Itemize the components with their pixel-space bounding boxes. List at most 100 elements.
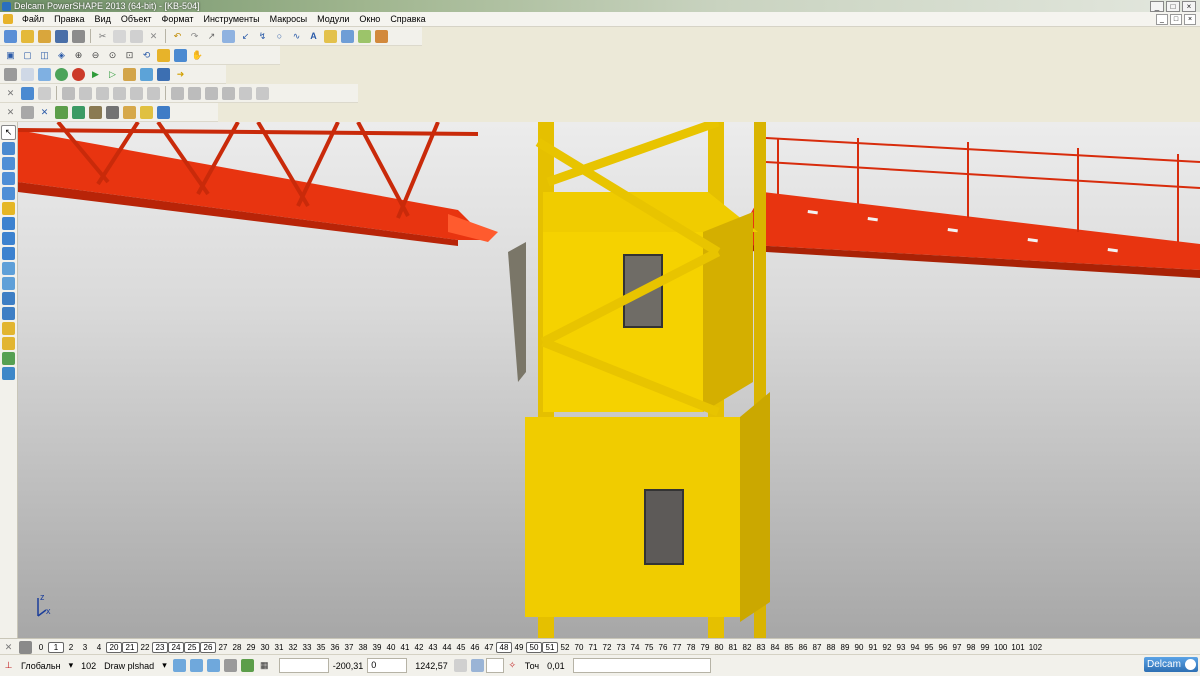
- level-94[interactable]: 94: [908, 643, 922, 652]
- redo-icon[interactable]: ↷: [188, 30, 201, 43]
- doc-close-button[interactable]: ×: [1184, 14, 1196, 25]
- menu-modules[interactable]: Модули: [312, 14, 354, 24]
- sheet-tool-icon[interactable]: [2, 337, 15, 350]
- pick-icon[interactable]: [470, 659, 484, 672]
- doc-minimize-button[interactable]: _: [1156, 14, 1168, 25]
- maximize-button[interactable]: □: [1166, 1, 1180, 12]
- level-100[interactable]: 100: [992, 643, 1009, 652]
- snap-icon[interactable]: [172, 659, 186, 672]
- points-icon[interactable]: [324, 29, 337, 43]
- level-87[interactable]: 87: [810, 643, 824, 652]
- curve-tool-icon[interactable]: [21, 105, 34, 119]
- level-85[interactable]: 85: [782, 643, 796, 652]
- play-outline-icon[interactable]: ▷: [106, 68, 119, 81]
- curve-icon[interactable]: ∿: [290, 30, 303, 43]
- arrow-icon[interactable]: ➜: [174, 68, 187, 81]
- menu-edit[interactable]: Правка: [49, 14, 89, 24]
- extrude-icon[interactable]: [62, 86, 75, 100]
- electrode-tool-icon[interactable]: [2, 277, 15, 290]
- print-icon[interactable]: [72, 29, 85, 43]
- open-icon[interactable]: [21, 29, 34, 43]
- zoom-out-icon[interactable]: ⊖: [89, 49, 102, 62]
- document-icon[interactable]: [3, 14, 13, 24]
- level-93[interactable]: 93: [894, 643, 908, 652]
- workplane-icon[interactable]: ⊥: [2, 659, 15, 672]
- rotate-icon[interactable]: ⟲: [140, 49, 153, 62]
- level-70[interactable]: 70: [572, 643, 586, 652]
- text-icon[interactable]: A: [307, 30, 320, 43]
- chamfer-icon[interactable]: [188, 86, 201, 100]
- level-76[interactable]: 76: [656, 643, 670, 652]
- shell-icon[interactable]: [96, 86, 109, 100]
- graphics-viewport[interactable]: x z: [18, 122, 1200, 638]
- solid-icon[interactable]: ✕: [4, 87, 17, 100]
- close-levels-icon[interactable]: ✕: [2, 641, 15, 654]
- sphere-icon[interactable]: [55, 67, 68, 81]
- level-37[interactable]: 37: [342, 643, 356, 652]
- chevron-down-icon[interactable]: ▾: [65, 660, 78, 671]
- shaded-icon[interactable]: ↙: [239, 30, 252, 43]
- level-52[interactable]: 52: [558, 643, 572, 652]
- menu-view[interactable]: Вид: [90, 14, 116, 24]
- wireframe-icon[interactable]: [222, 29, 235, 43]
- level-2[interactable]: 2: [64, 643, 78, 652]
- solid-box-icon[interactable]: ✕: [38, 106, 51, 119]
- mold-tool-icon[interactable]: [2, 322, 15, 335]
- level-72[interactable]: 72: [600, 643, 614, 652]
- level-78[interactable]: 78: [684, 643, 698, 652]
- assembly-icon[interactable]: [72, 105, 85, 119]
- curve-tool-icon[interactable]: [2, 142, 15, 155]
- snap-grid-icon[interactable]: [189, 659, 203, 672]
- level-101[interactable]: 101: [1009, 643, 1026, 652]
- assembly-tool-icon[interactable]: [2, 292, 15, 305]
- workplane-tool-icon[interactable]: [2, 352, 15, 365]
- level-95[interactable]: 95: [922, 643, 936, 652]
- level-39[interactable]: 39: [370, 643, 384, 652]
- play-icon[interactable]: ▶: [89, 68, 102, 81]
- coordinate-mode[interactable]: Глобальн: [17, 661, 65, 671]
- level-92[interactable]: 92: [880, 643, 894, 652]
- copy-icon[interactable]: [113, 29, 126, 43]
- level-50[interactable]: 50: [526, 641, 542, 653]
- shade-toggle-icon[interactable]: [157, 48, 170, 62]
- hand-icon[interactable]: ✋: [191, 49, 204, 62]
- menu-help[interactable]: Справка: [385, 14, 430, 24]
- draft-icon[interactable]: [205, 86, 218, 100]
- analysis-tool-icon[interactable]: [2, 367, 15, 380]
- info-icon[interactable]: [157, 67, 170, 81]
- level-38[interactable]: 38: [356, 643, 370, 652]
- delete-icon[interactable]: ✕: [147, 30, 160, 43]
- tolerance-icon[interactable]: ✧: [506, 659, 519, 672]
- open-recent-icon[interactable]: [38, 29, 51, 43]
- level-41[interactable]: 41: [398, 643, 412, 652]
- level-84[interactable]: 84: [768, 643, 782, 652]
- revolve-icon[interactable]: [79, 86, 92, 100]
- surface-icon[interactable]: ✕: [4, 106, 17, 119]
- tools-icon[interactable]: [375, 29, 388, 43]
- zoom-window-icon[interactable]: ⊡: [123, 49, 136, 62]
- symbol-tool-icon[interactable]: [2, 217, 15, 230]
- minimize-button[interactable]: _: [1150, 1, 1164, 12]
- paste-icon[interactable]: [130, 29, 143, 43]
- level-102[interactable]: 102: [1027, 643, 1044, 652]
- level-90[interactable]: 90: [852, 643, 866, 652]
- menu-file[interactable]: Файл: [17, 14, 49, 24]
- solid-sphere-icon[interactable]: [55, 105, 68, 119]
- die-tool-icon[interactable]: [2, 307, 15, 320]
- level-91[interactable]: 91: [866, 643, 880, 652]
- fillet-icon[interactable]: [21, 86, 34, 100]
- view-top-icon[interactable]: ◫: [38, 49, 51, 62]
- save-icon[interactable]: [55, 29, 68, 43]
- level-77[interactable]: 77: [670, 643, 684, 652]
- level-23[interactable]: 23: [152, 641, 168, 653]
- level-1[interactable]: 1: [48, 641, 64, 653]
- doc-icon[interactable]: [21, 67, 34, 81]
- active-level-name[interactable]: Draw plshad: [100, 661, 158, 671]
- level-75[interactable]: 75: [642, 643, 656, 652]
- zoom-all-icon[interactable]: ⊙: [106, 49, 119, 62]
- level-24[interactable]: 24: [168, 641, 184, 653]
- dimension-tool-icon[interactable]: [2, 202, 15, 215]
- feature-tree-icon[interactable]: [140, 105, 153, 119]
- material-icon[interactable]: [358, 29, 371, 43]
- undo-feature-icon[interactable]: [239, 86, 252, 100]
